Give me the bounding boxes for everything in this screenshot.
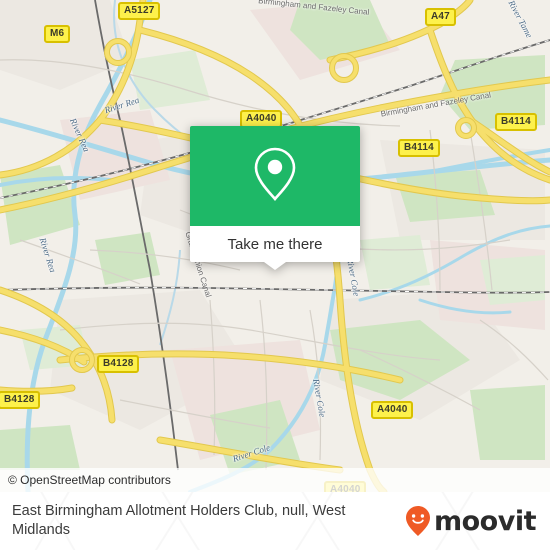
road-shield: B4128 [97,355,140,373]
take-me-there-button[interactable]: Take me there [190,226,360,262]
road-shield: B4114 [398,139,440,157]
moovit-logo[interactable]: moovit [405,505,537,537]
take-me-there-label: Take me there [227,235,323,253]
road-shield: B4114 [495,113,537,131]
map-attribution: © OpenStreetMap contributors [0,468,550,492]
moovit-wordmark: moovit [434,505,537,537]
place-title: East Birmingham Allotment Holders Club, … [12,503,346,538]
footer-bar: East Birmingham Allotment Holders Club, … [0,492,550,550]
map-canvas[interactable]: River Rea River Rea River Rea River Tame… [0,0,550,492]
road-shield: A4040 [371,401,414,419]
road-shield: A47 [425,8,456,26]
road-shield: M6 [44,25,71,43]
attribution-text: © OpenStreetMap contributors [8,473,171,487]
popup-tail [264,262,286,270]
road-shield: B4128 [0,391,41,409]
map-pin-icon [251,145,299,208]
road-shield: A5127 [118,2,161,20]
moovit-smiley-pin-icon [405,505,431,537]
popup-image-area [190,126,360,226]
map-screenshot: River Rea River Rea River Rea River Tame… [0,0,550,550]
location-popup[interactable]: Take me there [190,126,360,270]
